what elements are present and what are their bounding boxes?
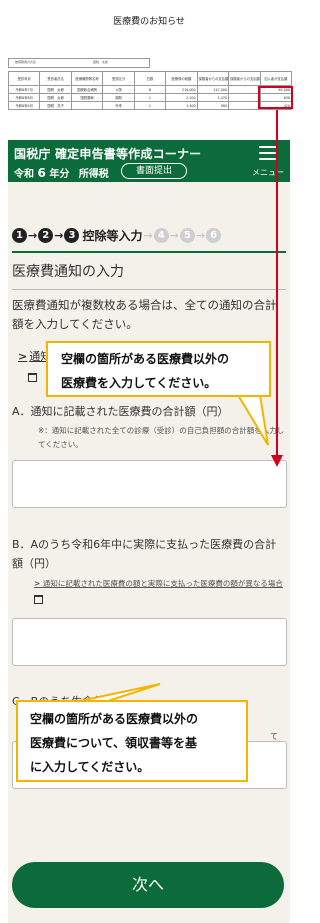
annotation-overlay xyxy=(74,110,283,703)
callout-line: 空欄の箇所がある医療費以外の xyxy=(61,352,230,366)
callout-line: 医療費を入力してください。 xyxy=(61,376,217,390)
callout-pointer xyxy=(236,394,269,446)
callout-line: に入力してください。 xyxy=(30,760,150,774)
callout-bottom: 空欄の箇所がある医療費以外の 医療費について、領収書等を基 に入力してください。 xyxy=(16,700,248,782)
callout-top: 空欄の箇所がある医療費以外の 医療費を入力してください。 xyxy=(46,341,271,397)
callout-line: 空欄の箇所がある医療費以外の xyxy=(30,712,199,726)
callout-line: 医療費について、領収書等を基 xyxy=(30,736,198,750)
